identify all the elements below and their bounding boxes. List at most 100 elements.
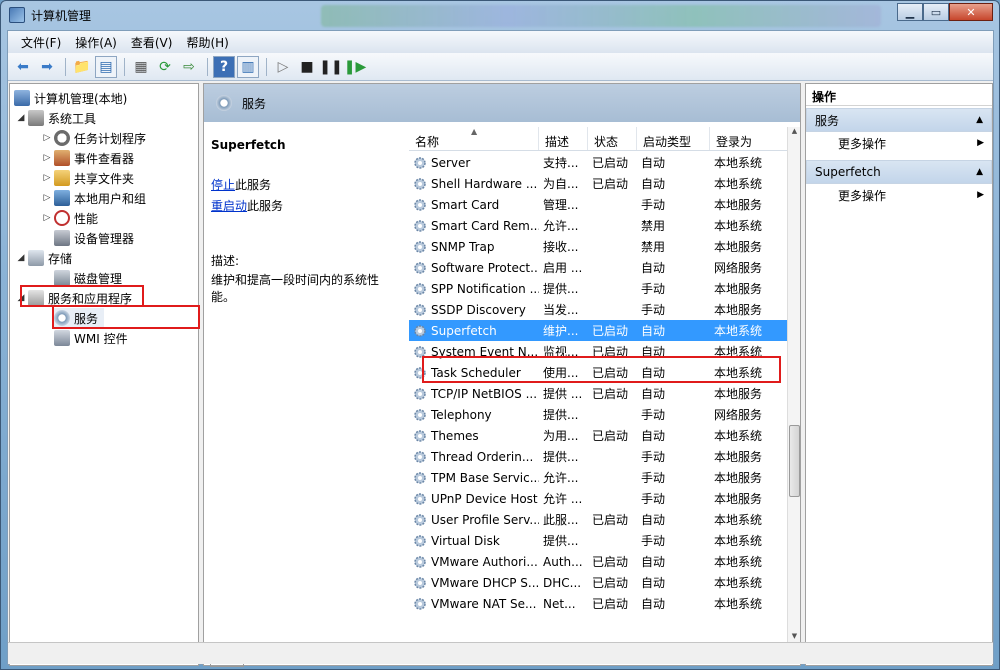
service-name: UPnP Device Host [431, 491, 538, 506]
expand-icon[interactable]: ▷ [40, 153, 54, 163]
table-row[interactable]: Smart Card 管理... 手动 本地服务 [409, 194, 787, 215]
table-row[interactable]: Shell Hardware ... 为自... 已启动 自动 本地系统 [409, 173, 787, 194]
table-row[interactable]: SNMP Trap 接收... 禁用 本地服务 [409, 236, 787, 257]
title-bar[interactable]: 计算机管理 ▁ ▭ ✕ [1, 1, 999, 29]
table-row[interactable]: TPM Base Servic... 允许... 手动 本地服务 [409, 467, 787, 488]
tree-system-tools[interactable]: ◢ 系统工具 [14, 108, 96, 128]
vertical-scrollbar[interactable]: ▲ ▼ [787, 127, 800, 645]
minimize-button[interactable]: ▁ [897, 3, 923, 21]
window-controls: ▁ ▭ ✕ [897, 3, 993, 21]
export-list-icon[interactable]: ⇨ [178, 56, 200, 78]
stop-service-icon[interactable]: ■ [296, 56, 318, 78]
tree-performance[interactable]: ▷ 性能 [40, 208, 98, 228]
restart-service-icon[interactable]: ❚▶ [344, 56, 367, 78]
table-row[interactable]: SSDP Discovery 当发... 手动 本地服务 [409, 299, 787, 320]
actions-section-superfetch[interactable]: Superfetch ▲ [806, 160, 992, 184]
column-startup-type[interactable]: 启动类型 [637, 127, 710, 150]
table-row[interactable]: UPnP Device Host 允许 ... 手动 本地服务 [409, 488, 787, 509]
service-description: 接收... [543, 240, 579, 254]
table-row[interactable]: VMware DHCP S... DHC... 已启动 自动 本地系统 [409, 572, 787, 593]
tree-task-scheduler[interactable]: ▷ 任务计划程序 [40, 128, 146, 148]
service-status: 已启动 [592, 324, 629, 338]
service-description: 为自... [543, 177, 579, 191]
service-gear-icon [413, 513, 427, 527]
column-status[interactable]: 状态 [588, 127, 637, 150]
table-row[interactable]: Themes 为用... 已启动 自动 本地系统 [409, 425, 787, 446]
service-name: Themes [431, 428, 479, 443]
tree-label: 设备管理器 [74, 231, 135, 246]
table-row[interactable]: SPP Notification ... 提供... 手动 本地服务 [409, 278, 787, 299]
service-log-on-as: 本地系统 [714, 597, 763, 611]
close-button[interactable]: ✕ [949, 3, 993, 21]
expand-icon[interactable]: ▷ [40, 133, 54, 143]
table-row[interactable]: Server 支持... 已启动 自动 本地系统 [409, 152, 787, 173]
up-folder-icon[interactable]: 📁 [71, 56, 93, 78]
help-icon[interactable]: ? [213, 55, 235, 78]
back-arrow-icon[interactable]: ⬅ [12, 56, 34, 78]
restart-service-link[interactable]: 重启动 [211, 199, 247, 213]
forward-arrow-icon[interactable]: ➡ [36, 56, 58, 78]
menu-help[interactable]: 帮助(H) [179, 32, 235, 53]
table-row[interactable]: User Profile Serv... 此服... 已启动 自动 本地系统 [409, 509, 787, 530]
service-log-on-as: 本地服务 [714, 387, 763, 401]
tree-event-viewer[interactable]: ▷ 事件查看器 [40, 148, 134, 168]
navigation-tree: 计算机管理(本地) ◢ 系统工具 ▷ 任务计划程序 ▷ 事件查看器 ▷ 共享文件… [9, 83, 200, 666]
menu-view[interactable]: 查看(V) [124, 32, 180, 53]
service-name-cell: TCP/IP NetBIOS ... [409, 387, 539, 401]
collapse-up-icon[interactable]: ▲ [976, 167, 983, 177]
table-row[interactable]: Telephony 提供... 手动 网络服务 [409, 404, 787, 425]
maximize-button[interactable]: ▭ [923, 3, 949, 21]
menu-action[interactable]: 操作(A) [68, 32, 124, 53]
column-log-on-as[interactable]: 登录为 [710, 127, 787, 150]
properties-icon[interactable]: ▦ [130, 56, 152, 78]
service-name-cell: Virtual Disk [409, 534, 539, 548]
service-detail-panel: Superfetch 停止此服务 重启动此服务 描述: 维护和提高一段时间内的系… [204, 122, 409, 645]
column-name-label: 名称 [415, 135, 440, 149]
expand-icon[interactable]: ▷ [40, 173, 54, 183]
column-name[interactable]: ▲ 名称 [409, 127, 539, 150]
service-name-cell: Smart Card Rem... [409, 219, 539, 233]
more-actions-services[interactable]: 更多操作 ▶ [806, 132, 992, 154]
table-row[interactable]: VMware NAT Se... Net... 已启动 自动 本地系统 [409, 593, 787, 614]
column-description[interactable]: 描述 [539, 127, 588, 150]
table-row[interactable]: VMware Authori... Auth... 已启动 自动 本地系统 [409, 551, 787, 572]
toolbar-separator [124, 57, 125, 76]
table-row[interactable]: Software Protect... 启用 ... 自动 网络服务 [409, 257, 787, 278]
menu-file[interactable]: 文件(F) [14, 32, 68, 53]
tree-wmi[interactable]: WMI 控件 [54, 328, 128, 348]
tree-root[interactable]: 计算机管理(本地) [14, 88, 127, 108]
collapse-up-icon[interactable]: ▲ [976, 115, 983, 125]
show-hide-tree-icon[interactable]: ▤ [95, 55, 117, 78]
expand-icon[interactable]: ▷ [40, 213, 54, 223]
tree-local-users[interactable]: ▷ 本地用户和组 [40, 188, 146, 208]
device-manager-icon [54, 230, 70, 246]
table-row[interactable]: TCP/IP NetBIOS ... 提供 ... 已启动 自动 本地服务 [409, 383, 787, 404]
tree-shared-folders[interactable]: ▷ 共享文件夹 [40, 168, 134, 188]
service-name-cell: Smart Card [409, 198, 539, 212]
service-description: 提供... [543, 534, 579, 548]
show-action-pane-icon[interactable]: ▥ [237, 55, 259, 78]
scroll-up-icon[interactable]: ▲ [788, 127, 800, 140]
tree-device-manager[interactable]: 设备管理器 [54, 228, 134, 248]
actions-section-services[interactable]: 服务 ▲ [806, 108, 992, 132]
collapse-icon[interactable]: ◢ [14, 253, 28, 263]
pause-service-icon[interactable]: ❚❚ [319, 56, 342, 78]
stop-service-link[interactable]: 停止 [211, 178, 235, 192]
refresh-icon[interactable]: ⟳ [154, 56, 176, 78]
service-startup-type: 自动 [641, 429, 666, 443]
start-service-icon[interactable]: ▷ [272, 56, 294, 78]
table-row[interactable]: Thread Orderin... 提供... 手动 本地服务 [409, 446, 787, 467]
more-actions-superfetch[interactable]: 更多操作 ▶ [806, 184, 992, 206]
service-log-on-as: 本地系统 [714, 156, 763, 170]
tree-storage[interactable]: ◢ 存储 [14, 248, 72, 268]
service-description: 允许... [543, 471, 579, 485]
table-row[interactable]: Superfetch 维护... 已启动 自动 本地系统 [409, 320, 787, 341]
taskbar-preview-blur [321, 5, 881, 27]
scrollbar-thumb[interactable] [789, 425, 800, 497]
service-name-cell: VMware Authori... [409, 555, 539, 569]
expand-icon[interactable]: ▷ [40, 193, 54, 203]
table-row[interactable]: Smart Card Rem... 允许... 禁用 本地系统 [409, 215, 787, 236]
collapse-icon[interactable]: ◢ [14, 113, 28, 123]
tree-label: 事件查看器 [74, 151, 135, 166]
table-row[interactable]: Virtual Disk 提供... 手动 本地系统 [409, 530, 787, 551]
